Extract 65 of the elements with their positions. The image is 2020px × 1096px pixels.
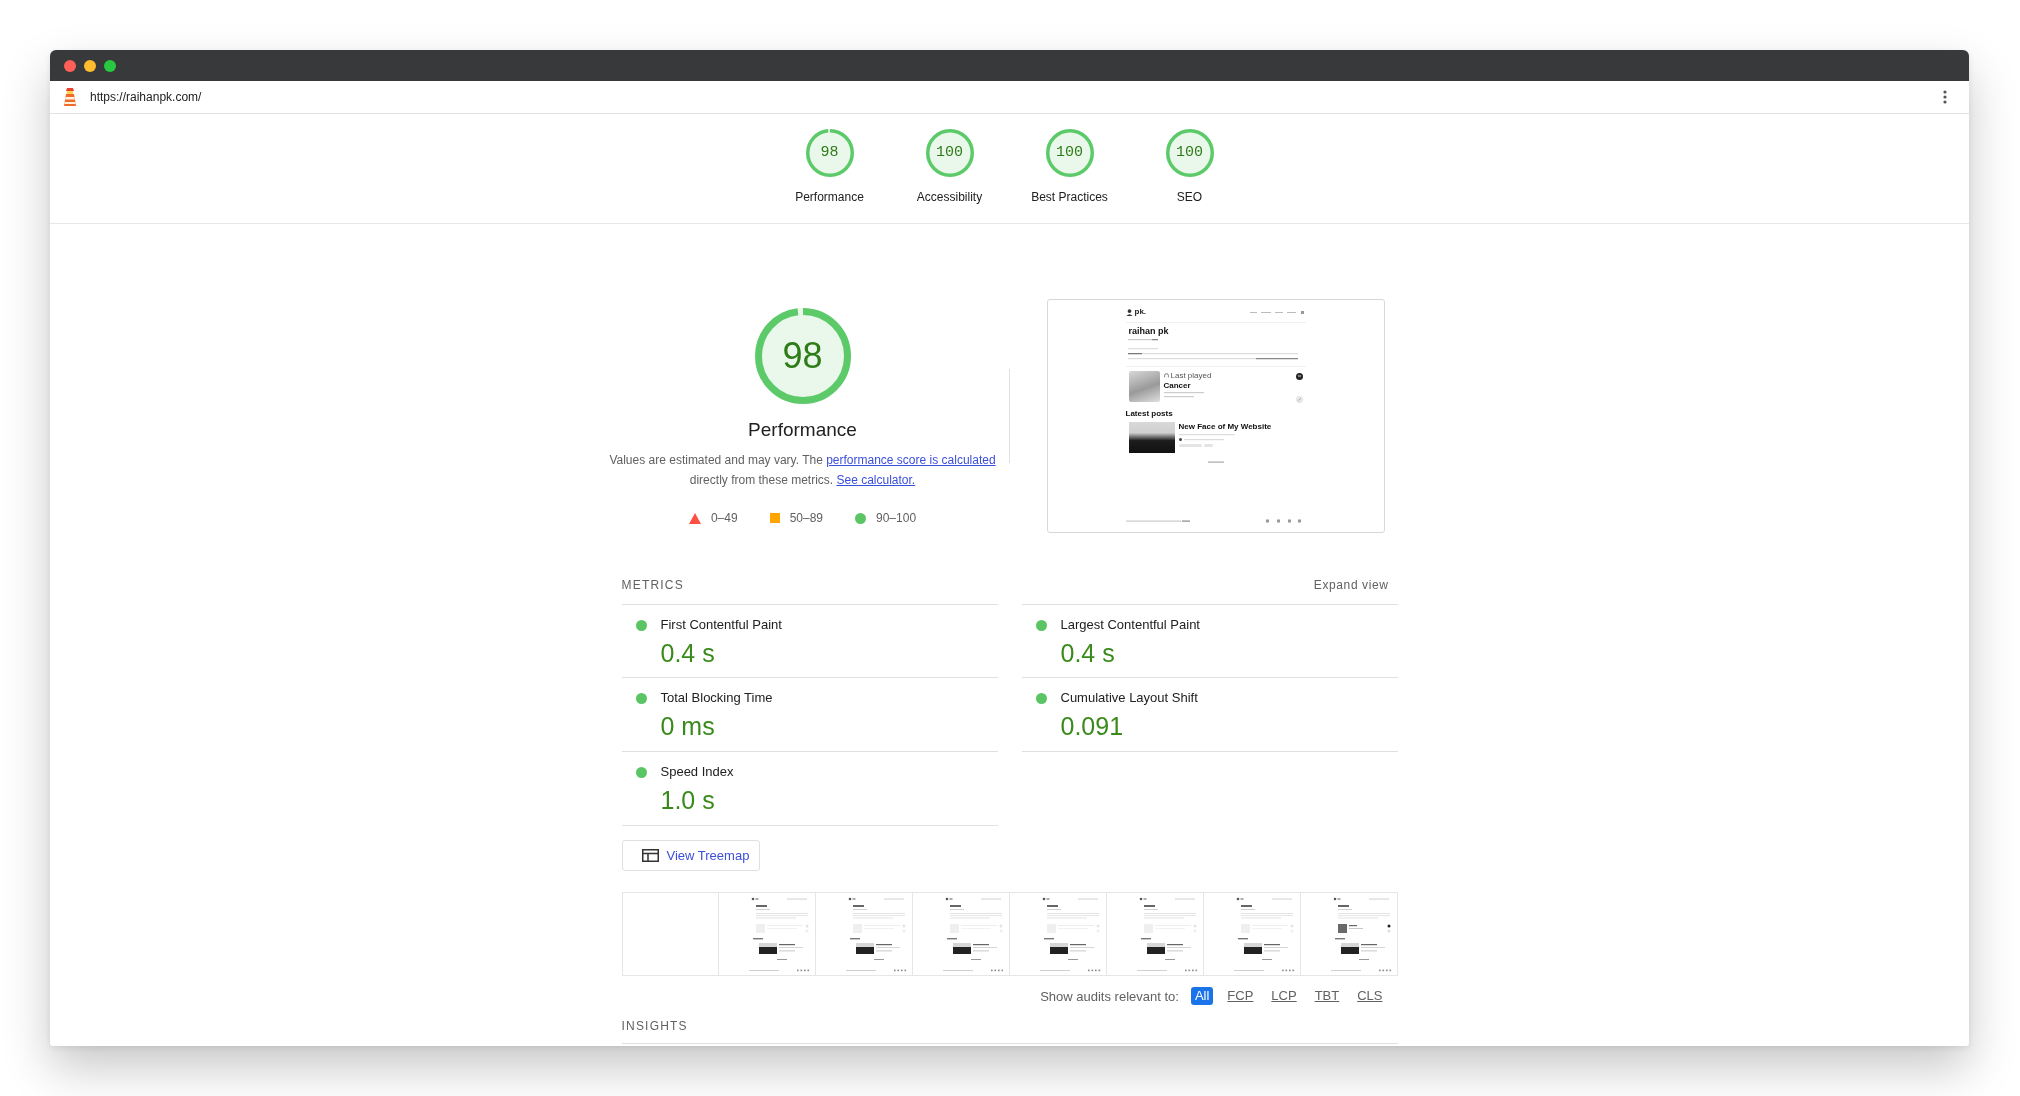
album-photo-placeholder <box>1128 371 1160 402</box>
section-title: Latest posts <box>1125 409 1174 419</box>
audit-filter-chip[interactable]: All <box>1190 987 1214 1005</box>
audit-filter-chip[interactable]: TBT <box>1310 987 1344 1005</box>
calculator-link[interactable]: See calculator. <box>836 473 916 487</box>
audit-filter-chip[interactable]: LCP <box>1267 987 1301 1005</box>
post-title: New Face of My Website <box>1178 422 1272 432</box>
score-value: 100 <box>936 144 963 162</box>
audit-filter-chip[interactable]: CLS <box>1353 987 1387 1005</box>
performance-score-link[interactable]: performance score is calculated <box>826 453 996 467</box>
score-gauge[interactable] <box>805 129 854 177</box>
performance-score: 98 <box>782 336 823 376</box>
triangle-icon <box>688 512 701 524</box>
metric-label: First Contentful Paint <box>660 616 782 634</box>
square-icon <box>769 513 780 523</box>
lighthouse-icon <box>63 87 77 107</box>
metric-label: Speed Index <box>660 763 734 781</box>
now-playing-label: Last played <box>1170 371 1212 380</box>
filter-label: Show audits relevant to: <box>1040 988 1179 1004</box>
more-menu-icon[interactable] <box>1943 90 1947 104</box>
section-heading: METRICS <box>621 577 684 593</box>
metric-value: 0.4 s <box>660 638 715 668</box>
headphones-icon <box>1163 373 1169 378</box>
metric-label: Largest Contentful Paint <box>1060 616 1200 634</box>
audit-filter-chip[interactable]: FCP <box>1223 987 1258 1005</box>
score-value: 100 <box>1176 144 1203 162</box>
metric-label: Cumulative Layout Shift <box>1060 689 1198 707</box>
metric-value: 1.0 s <box>660 785 715 815</box>
blurred-nav-drawing <box>1249 310 1306 314</box>
grid-layout-icon <box>641 849 659 862</box>
minimize-window-icon[interactable] <box>84 59 96 72</box>
score-gauge[interactable] <box>925 129 974 177</box>
view-treemap-button[interactable]: View Treemap <box>621 840 761 871</box>
expand-view-link[interactable]: Expand view <box>1313 577 1389 593</box>
blurred-link-drawing <box>1207 461 1224 463</box>
section-heading: INSIGHTS <box>621 1018 688 1034</box>
metric-label: Total Blocking Time <box>660 689 773 707</box>
close-window-icon[interactable] <box>64 59 76 72</box>
metric-value: 0.4 s <box>1060 638 1115 668</box>
category-label[interactable]: Accessibility <box>916 189 983 205</box>
score-gauge[interactable] <box>1045 129 1094 177</box>
photo-placeholder <box>1128 422 1175 453</box>
performance-title: Performance <box>748 418 857 442</box>
circle-icon <box>855 512 866 524</box>
metric-value: 0.091 <box>1060 711 1124 741</box>
legend-range: 90–100 <box>876 510 917 526</box>
score-value: 98 <box>820 144 839 162</box>
score-gauge[interactable] <box>1165 129 1214 177</box>
round-logo-icon <box>1295 373 1303 380</box>
url-text[interactable]: https://raihanpk.com/ <box>90 90 202 104</box>
legend-range: 50–89 <box>789 510 823 526</box>
avatar-icon <box>1125 308 1133 316</box>
site-name: pk. <box>1134 307 1147 317</box>
track-title: Cancer <box>1163 381 1192 391</box>
score-value: 100 <box>1056 144 1083 162</box>
site-heading: raihan pk <box>1128 326 1170 337</box>
performance-description: Values are estimated and may vary. The performance score is calculated directly from these metrics. See calculator. <box>608 452 997 489</box>
arrow-circle-icon <box>1295 396 1303 403</box>
maximize-window-icon[interactable] <box>104 59 116 72</box>
legend-range: 0–49 <box>710 510 738 526</box>
blurred-artist-drawing <box>1163 392 1204 398</box>
category-label[interactable]: Performance <box>795 189 864 205</box>
metric-value: 0 ms <box>660 711 715 741</box>
category-label[interactable]: SEO <box>1176 189 1203 205</box>
category-label[interactable]: Best Practices <box>1031 189 1108 205</box>
